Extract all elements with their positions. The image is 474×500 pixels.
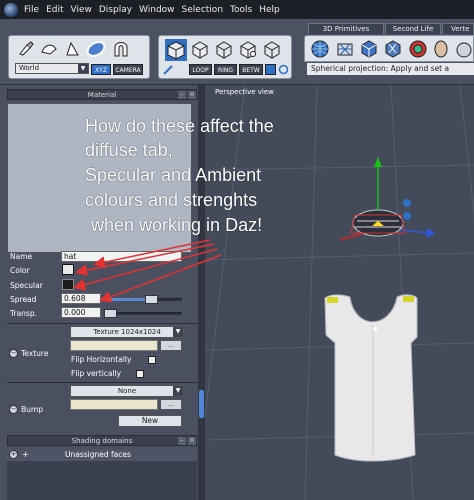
annotation-line-5: when working in Daz! [91,215,263,235]
arrow-to-name [93,239,211,269]
annotation-arrows [73,239,222,303]
arrow-to-spread [99,254,222,303]
annotation-line-1: How do these affect the [85,116,274,136]
annotation-line-3: Specular and Ambient [85,165,262,185]
annotation-line-2: diffuse tab, [85,140,173,160]
annotation-line-4: colours and strenghts [85,190,258,210]
